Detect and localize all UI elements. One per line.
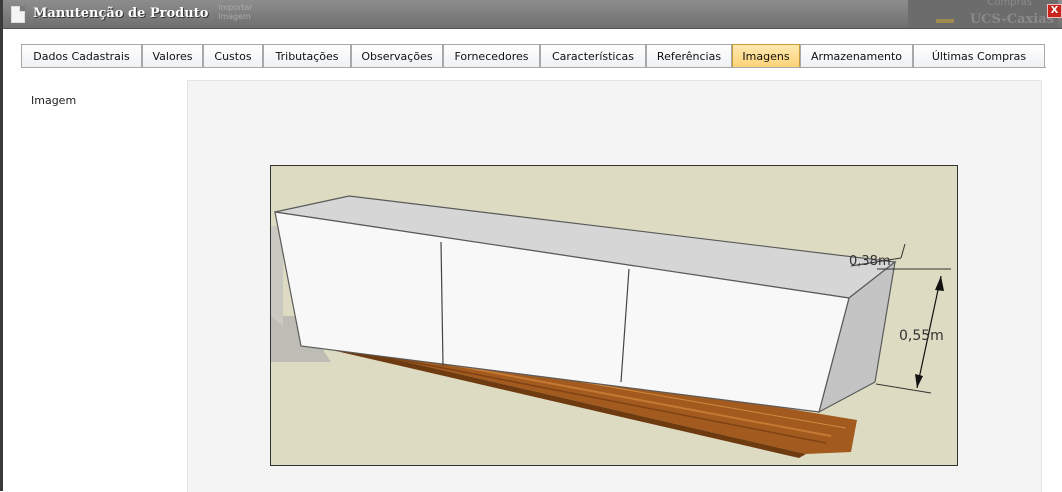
tab-tributacoes[interactable]: Tributações [263,44,351,67]
background-window-strip: Compras UCS-Caxias [908,0,1058,28]
background-window-title: UCS-Caxias [969,12,1054,27]
furniture-sketch-illustration: 0,38m 0,55m [271,166,957,465]
tab-imagens[interactable]: Imagens [732,44,800,68]
close-button[interactable]: X [1047,4,1062,18]
document-icon [11,6,25,23]
product-maintenance-window: Manutenção de Produto Importar Imagem Co… [0,0,1062,492]
product-image[interactable]: 0,38m 0,55m [270,165,958,466]
tab-caracteristicas[interactable]: Características [540,44,646,67]
background-window-icon [936,19,954,23]
window-titlebar[interactable]: Manutenção de Produto Importar Imagem Co… [3,0,1062,29]
image-panel: 0,38m 0,55m [187,80,1042,492]
tab-ultimas-compras[interactable]: Últimas Compras [913,44,1045,67]
window-title: Manutenção de Produto [33,6,209,21]
background-window-text: Compras [987,0,1032,8]
tab-armazenamento[interactable]: Armazenamento [800,44,913,67]
tab-bar: Dados Cadastrais Valores Custos Tributaç… [21,44,1046,68]
tab-referencias[interactable]: Referências [646,44,732,67]
tab-observacoes[interactable]: Observações [351,44,443,67]
depth-dimension-label: 0,38m [849,254,891,269]
tab-fornecedores[interactable]: Fornecedores [443,44,540,67]
tab-custos[interactable]: Custos [203,44,263,67]
height-dimension-label: 0,55m [899,328,944,344]
tab-content: Imagem 0,38m 0,55m [21,68,1046,492]
tab-dados-cadastrais[interactable]: Dados Cadastrais [21,44,142,67]
import-image-button[interactable]: Importar Imagem [218,3,253,21]
image-field-label: Imagem [31,94,77,107]
tab-valores[interactable]: Valores [142,44,203,67]
import-image-label-line2: Imagem [218,12,251,21]
import-image-label-line1: Importar [218,3,253,12]
